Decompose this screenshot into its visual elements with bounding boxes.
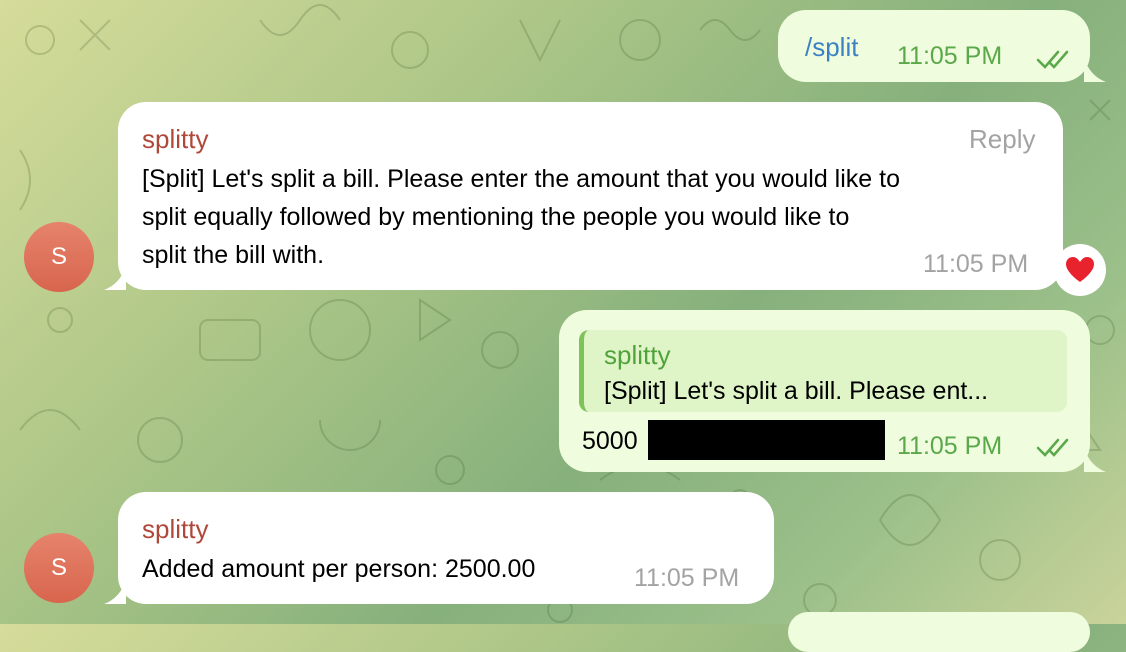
message-line: [Split] Let's split a bill. Please enter… bbox=[142, 165, 900, 193]
avatar-initial: S bbox=[50, 243, 67, 270]
outgoing-message-amount-reply[interactable]: splitty [Split] Let's split a bill. Plea… bbox=[559, 310, 1090, 472]
message-text: Added amount per person: 2500.00 bbox=[142, 555, 536, 583]
message-time: 11:05 PM bbox=[897, 42, 1003, 70]
avatar-initial: S bbox=[50, 554, 67, 581]
message-time: 11:05 PM bbox=[897, 432, 1003, 460]
reply-button[interactable]: Reply bbox=[969, 124, 1035, 155]
incoming-message-split-instructions[interactable]: splitty Reply [Split] Let's split a bill… bbox=[118, 102, 1063, 290]
message-time: 11:05 PM bbox=[634, 564, 740, 592]
double-check-icon bbox=[1036, 438, 1069, 457]
message-line: split equally followed by mentioning the… bbox=[142, 203, 850, 231]
bubble-tail bbox=[1084, 58, 1106, 82]
incoming-message-amount-per-person[interactable]: splitty Added amount per person: 2500.00… bbox=[118, 492, 774, 604]
heart-icon bbox=[1066, 257, 1094, 282]
quoted-sender-name: splitty bbox=[604, 340, 671, 370]
quoted-message[interactable]: splitty [Split] Let's split a bill. Plea… bbox=[579, 330, 1067, 412]
bot-command-link[interactable]: /split bbox=[805, 32, 858, 63]
quoted-text: [Split] Let's split a bill. Please ent..… bbox=[604, 377, 989, 405]
double-check-icon bbox=[1036, 50, 1069, 69]
avatar[interactable]: S bbox=[24, 533, 94, 603]
sender-name[interactable]: splitty bbox=[142, 514, 208, 545]
message-text: 5000 bbox=[582, 427, 638, 455]
reaction-badge[interactable] bbox=[1054, 244, 1106, 296]
message-text: [Split] Let's split a bill. Please enter… bbox=[142, 160, 1052, 274]
message-time: 11:05 PM bbox=[923, 250, 1029, 278]
bubble-tail bbox=[1084, 448, 1106, 472]
sender-name[interactable]: splitty bbox=[142, 124, 208, 155]
redacted-mentions bbox=[648, 420, 885, 460]
outgoing-message-split-command[interactable]: /split 11:05 PM bbox=[778, 10, 1090, 82]
avatar[interactable]: S bbox=[24, 222, 94, 292]
message-line: split the bill with. bbox=[142, 241, 325, 269]
outgoing-message-partial[interactable] bbox=[788, 612, 1090, 652]
